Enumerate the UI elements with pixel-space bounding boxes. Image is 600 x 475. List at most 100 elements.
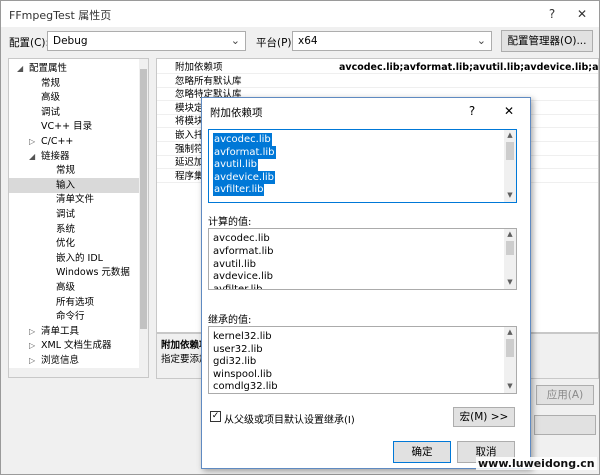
- tree-item-label: 链接器: [41, 150, 70, 162]
- tree-item[interactable]: 输入: [9, 177, 141, 193]
- hidden-ok-button[interactable]: [534, 415, 596, 435]
- list-item[interactable]: gdi32.lib: [213, 355, 256, 368]
- scroll-up-icon[interactable]: ▲: [504, 328, 516, 338]
- tree-item[interactable]: 所有选项: [9, 295, 141, 310]
- chevron-down-icon: ⌄: [476, 34, 486, 47]
- tree-item[interactable]: 系统: [9, 222, 141, 237]
- dialog-help-button[interactable]: ?: [457, 98, 487, 125]
- config-label: 配置(C):: [9, 37, 50, 49]
- list-item[interactable]: advapi32.lib: [213, 393, 274, 394]
- property-name: 忽略所有默认库: [175, 75, 242, 87]
- vertical-scrollbar[interactable]: ▲ ▼: [504, 229, 516, 289]
- tree-item-label: 清单工具: [41, 325, 80, 337]
- window-title-bar: FFmpegTest 属性页 ? ✕: [1, 1, 599, 27]
- tree-item[interactable]: 调试: [9, 207, 141, 222]
- property-name: 将模块: [175, 116, 204, 128]
- list-item[interactable]: avcodec.lib: [213, 232, 270, 245]
- tree-item[interactable]: ▷ C/C++: [9, 134, 141, 149]
- tree-item[interactable]: 调试: [9, 105, 141, 120]
- expanded-arrow-icon[interactable]: ◢: [17, 61, 27, 76]
- scroll-up-icon[interactable]: ▲: [504, 131, 516, 141]
- apply-button[interactable]: 应用(A): [536, 385, 594, 405]
- config-tree[interactable]: ◢ 配置属性 常规 高级 调试 VC++ 目录 ▷ C/C++ ◢ 链接器 常规 输入 清单文件 调试 系统…: [8, 58, 149, 378]
- list-item[interactable]: avdevice.lib: [213, 270, 273, 283]
- platform-value: x64: [298, 35, 318, 47]
- property-name: 模块定: [175, 102, 204, 114]
- tree-item[interactable]: ◢ 配置属性: [9, 61, 141, 76]
- tree-item[interactable]: ▷ 清单工具: [9, 324, 141, 339]
- collapsed-arrow-icon[interactable]: ▷: [29, 353, 39, 368]
- tree-item-label: 高级: [41, 92, 61, 104]
- expanded-arrow-icon[interactable]: ◢: [29, 149, 39, 164]
- property-row[interactable]: 附加依赖项 avcodec.lib;avformat.lib;avutil.lib…: [157, 61, 598, 74]
- tree-horizontal-scrollbar[interactable]: [9, 368, 140, 377]
- tree-item-label: XML 文档生成器: [41, 340, 112, 352]
- dialog-title-bar: 附加依赖项 ? ✕: [202, 98, 530, 125]
- list-item[interactable]: avcodec.lib: [213, 133, 272, 146]
- property-row[interactable]: 忽略所有默认库: [157, 75, 598, 88]
- property-name: 延迟加: [175, 157, 204, 169]
- help-button[interactable]: ?: [537, 1, 567, 27]
- close-icon[interactable]: ✕: [494, 98, 524, 125]
- tree-item[interactable]: ▷ XML 文档生成器: [9, 338, 141, 353]
- tree-item[interactable]: ▷ 浏览信息: [9, 353, 141, 368]
- list-item[interactable]: avutil.lib: [213, 158, 258, 171]
- scrollbar-thumb[interactable]: [506, 142, 514, 160]
- scroll-down-icon[interactable]: ▼: [504, 382, 516, 392]
- scrollbar-thumb[interactable]: [506, 339, 514, 357]
- list-item[interactable]: avformat.lib: [213, 245, 274, 258]
- property-value[interactable]: avcodec.lib;avformat.lib;avutil.lib;avde…: [339, 61, 598, 74]
- tree-item[interactable]: Windows 元数据: [9, 265, 141, 280]
- collapsed-arrow-icon[interactable]: ▷: [29, 134, 39, 149]
- ok-button[interactable]: 确定: [393, 441, 451, 463]
- tree-item[interactable]: 常规: [9, 76, 141, 91]
- tree-item[interactable]: 常规: [9, 163, 141, 178]
- tree-item[interactable]: ◢ 链接器: [9, 149, 141, 164]
- list-item[interactable]: avutil.lib: [213, 258, 256, 271]
- tree-item-label: 高级: [56, 282, 76, 293]
- config-value: Debug: [53, 35, 88, 47]
- config-combobox[interactable]: Debug ⌄: [47, 31, 246, 51]
- tree-item-label: 嵌入的 IDL: [56, 252, 103, 264]
- scrollbar-thumb[interactable]: [506, 241, 514, 255]
- vertical-scrollbar[interactable]: ▲ ▼: [504, 327, 516, 393]
- tree-item[interactable]: 嵌入的 IDL: [9, 251, 141, 266]
- list-item[interactable]: avformat.lib: [213, 145, 276, 159]
- scroll-down-icon[interactable]: ▼: [504, 278, 516, 288]
- collapsed-arrow-icon[interactable]: ▷: [29, 338, 39, 353]
- tree-item-label: 常规: [41, 77, 61, 89]
- tree-item[interactable]: 命令行: [9, 309, 141, 324]
- tree-item[interactable]: 清单文件: [9, 192, 141, 207]
- close-icon[interactable]: ✕: [567, 1, 597, 27]
- list-item[interactable]: avdevice.lib: [213, 170, 275, 184]
- scrollbar-thumb[interactable]: [140, 69, 147, 329]
- property-name: 附加依赖项: [175, 62, 223, 73]
- computed-values-list[interactable]: avcodec.lib avformat.lib avutil.lib avdevic…: [208, 228, 517, 290]
- inherit-checkbox[interactable]: ✓: [210, 411, 221, 422]
- property-name: 程序集: [175, 170, 204, 182]
- list-item[interactable]: user32.lib: [213, 343, 263, 356]
- window-title: FFmpegTest 属性页: [9, 9, 112, 22]
- property-name: 嵌入托: [175, 130, 204, 141]
- tree-item-label: VC++ 目录: [41, 121, 93, 133]
- tree-item[interactable]: VC++ 目录: [9, 119, 141, 134]
- macro-button[interactable]: 宏(M) >>: [453, 407, 515, 427]
- collapsed-arrow-icon[interactable]: ▷: [29, 324, 39, 339]
- watermark: www.luweidong.cn: [476, 457, 597, 470]
- list-item[interactable]: winspool.lib: [213, 368, 272, 381]
- platform-combobox[interactable]: x64 ⌄: [292, 31, 492, 51]
- tree-item[interactable]: 高级: [9, 280, 141, 295]
- tree-vertical-scrollbar[interactable]: [139, 59, 148, 377]
- inherited-values-list[interactable]: kernel32.lib user32.lib gdi32.lib winspool.…: [208, 326, 517, 394]
- tree-item[interactable]: 优化: [9, 236, 141, 251]
- list-item[interactable]: kernel32.lib: [213, 330, 272, 343]
- vertical-scrollbar[interactable]: ▲ ▼: [504, 130, 516, 202]
- list-item[interactable]: comdlg32.lib: [213, 380, 278, 393]
- tree-item[interactable]: 高级: [9, 90, 141, 105]
- list-item[interactable]: avfilter.lib: [213, 183, 265, 196]
- config-manager-button[interactable]: 配置管理器(O)...: [501, 30, 593, 52]
- dependencies-edit-box[interactable]: avcodec.lib avformat.lib avutil.lib avdevic…: [208, 129, 517, 203]
- scroll-down-icon[interactable]: ▼: [504, 191, 516, 201]
- scroll-up-icon[interactable]: ▲: [504, 230, 516, 240]
- list-item[interactable]: avfilter.lib: [213, 283, 262, 289]
